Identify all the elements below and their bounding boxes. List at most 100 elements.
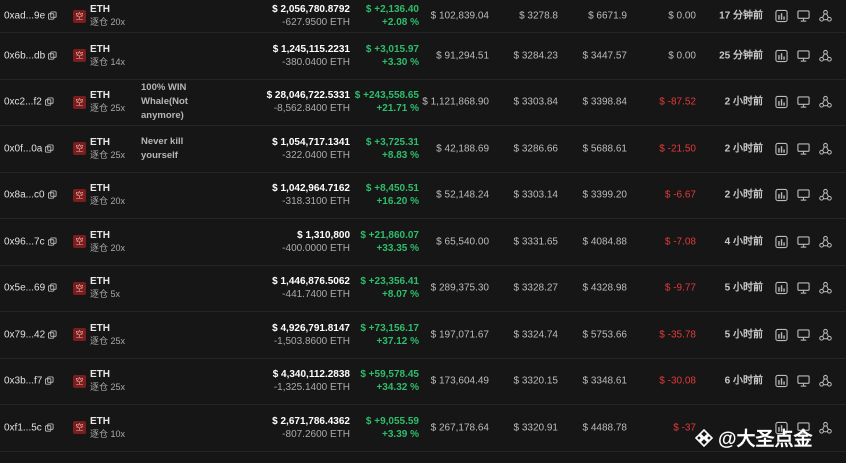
liquidation-price-cell: $ 3399.20	[582, 189, 628, 201]
short-badge: 空	[73, 95, 86, 109]
address-cell[interactable]: 0x96...7c	[4, 235, 57, 248]
address-cell[interactable]: 0x79...42	[4, 328, 57, 341]
monitor-icon[interactable]	[797, 328, 810, 341]
table-row[interactable]: 0xad...9e 空 ETH 逐仓 20x $ 2,056,780.8792 …	[0, 0, 846, 33]
position-value: $ 1,245,115.2231 -380.0400 ETH	[273, 43, 350, 69]
size-eth: -441.7400 ETH	[282, 289, 350, 301]
address-text[interactable]: 0x8a...c0	[4, 189, 45, 202]
row-actions	[775, 282, 832, 295]
address-text[interactable]: 0x79...42	[4, 328, 45, 341]
value-usd: $ 1,310,800	[297, 229, 350, 241]
chart-icon[interactable]	[775, 96, 788, 109]
copy-icon[interactable]	[48, 51, 57, 60]
share-icon[interactable]	[819, 49, 832, 62]
share-icon[interactable]	[819, 142, 832, 155]
monitor-icon[interactable]	[797, 96, 810, 109]
margin-cell: $ 197,071.67	[430, 329, 489, 341]
address-text[interactable]: 0xad...9e	[4, 10, 45, 23]
table-row[interactable]: 0x79...42 空 ETH 逐仓 25x $ 4,926,791.8147 …	[0, 312, 846, 359]
chart-icon[interactable]	[775, 328, 788, 341]
funding-cell: $ -9.77	[664, 282, 696, 294]
monitor-icon[interactable]	[797, 142, 810, 155]
address-text[interactable]: 0x5e...69	[4, 282, 45, 295]
coin-label: ETH	[90, 322, 110, 334]
monitor-icon[interactable]	[797, 282, 810, 295]
address-cell[interactable]: 0x3b...f7	[4, 375, 54, 388]
table-row[interactable]: 0x6b...db 空 ETH 逐仓 14x $ 1,245,115.2231 …	[0, 33, 846, 80]
copy-icon[interactable]	[44, 97, 54, 107]
chart-icon[interactable]	[775, 142, 788, 155]
position-value: $ 2,671,786.4362 -807.2600 ETH	[272, 415, 350, 441]
funding-cell: $ 0.00	[668, 50, 696, 62]
entry-price-cell: $ 3320.91	[513, 422, 559, 434]
table-row[interactable]: 0x3b...f7 空 ETH 逐仓 25x $ 4,340,112.2838 …	[0, 358, 846, 405]
size-eth: -400.0000 ETH	[282, 242, 350, 254]
table-row[interactable]: 0x5e...69 空 ETH 逐仓 5x $ 1,446,876.5062 -…	[0, 265, 846, 312]
chart-icon[interactable]	[775, 189, 788, 202]
table-row[interactable]: 0x8a...c0 空 ETH 逐仓 20x $ 1,042,964.7162 …	[0, 172, 846, 219]
watermark: @大圣点金	[694, 424, 813, 451]
copy-icon[interactable]	[44, 423, 54, 432]
copy-icon[interactable]	[48, 283, 57, 293]
copy-icon[interactable]	[48, 11, 57, 21]
share-icon[interactable]	[819, 9, 832, 23]
pnl-cell: $ +3,725.31 +8.83 %	[366, 136, 419, 162]
monitor-icon[interactable]	[797, 10, 810, 23]
size-eth: -1,325.1400 ETH	[273, 382, 350, 394]
monitor-icon[interactable]	[797, 375, 810, 388]
position-side: 空 ETH 逐仓 20x	[73, 182, 125, 208]
copy-icon[interactable]	[47, 237, 57, 246]
chart-icon[interactable]	[775, 282, 788, 295]
chart-icon[interactable]	[775, 9, 788, 23]
monitor-icon[interactable]	[797, 49, 810, 62]
address-text[interactable]: 0xf1...5c	[4, 421, 42, 434]
funding-cell: $ -35.78	[659, 329, 696, 341]
address-text[interactable]: 0x3b...f7	[4, 375, 42, 388]
size-eth: -807.2600 ETH	[282, 428, 350, 440]
entry-price-cell: $ 3324.74	[513, 329, 559, 341]
address-text[interactable]: 0xc2...f2	[4, 96, 42, 109]
share-icon[interactable]	[819, 282, 832, 295]
table-row[interactable]: 0x0f...0a 空 ETH 逐仓 25x Never kill yourse…	[0, 126, 846, 173]
position-side: 空 ETH 逐仓 25x	[73, 136, 125, 162]
address-cell[interactable]: 0x6b...db	[4, 49, 57, 62]
address-cell[interactable]: 0x5e...69	[4, 282, 57, 295]
table-row[interactable]: 0xc2...f2 空 ETH 逐仓 25x 100% WIN Whale(No…	[0, 79, 846, 126]
copy-icon[interactable]	[48, 330, 57, 339]
leverage-label: 逐仓 25x	[90, 382, 126, 393]
table-row[interactable]: 0x96...7c 空 ETH 逐仓 20x $ 1,310,800 -400.…	[0, 219, 846, 266]
pnl-cell: $ +21,860.07 +33.35 %	[360, 229, 419, 255]
chart-icon[interactable]	[775, 49, 788, 62]
size-eth: -1,503.8600 ETH	[273, 335, 350, 347]
address-cell[interactable]: 0x0f...0a	[4, 142, 54, 155]
monitor-icon[interactable]	[797, 189, 810, 202]
value-usd: $ 1,042,964.7162	[272, 183, 350, 195]
address-cell[interactable]: 0xf1...5c	[4, 421, 54, 434]
address-cell[interactable]: 0xc2...f2	[4, 96, 54, 109]
liquidation-price-cell: $ 4328.98	[582, 282, 628, 294]
pnl-percent: +8.07 %	[382, 289, 419, 301]
copy-icon[interactable]	[45, 144, 54, 153]
address-text[interactable]: 0x96...7c	[4, 235, 45, 248]
monitor-icon[interactable]	[797, 235, 810, 248]
copy-icon[interactable]	[45, 376, 54, 386]
liquidation-price-cell: $ 6671.9	[588, 10, 627, 22]
share-icon[interactable]	[819, 189, 832, 202]
share-icon[interactable]	[819, 235, 832, 248]
copy-icon[interactable]	[47, 190, 57, 200]
share-icon[interactable]	[819, 328, 832, 341]
chart-icon[interactable]	[775, 375, 788, 388]
time-cell: 6 小时前	[724, 375, 763, 387]
share-icon[interactable]	[819, 421, 832, 434]
share-icon[interactable]	[819, 375, 832, 388]
address-text[interactable]: 0x0f...0a	[4, 142, 42, 155]
address-cell[interactable]: 0x8a...c0	[4, 189, 57, 202]
address-cell[interactable]: 0xad...9e	[4, 10, 57, 23]
address-text[interactable]: 0x6b...db	[4, 49, 45, 62]
funding-cell: $ -7.08	[664, 236, 696, 248]
pnl-percent: +34.32 %	[376, 382, 419, 394]
time-cell: 2 小时前	[724, 143, 763, 155]
chart-icon[interactable]	[775, 235, 788, 248]
liquidation-price-cell: $ 5753.66	[582, 329, 628, 341]
share-icon[interactable]	[819, 96, 832, 109]
